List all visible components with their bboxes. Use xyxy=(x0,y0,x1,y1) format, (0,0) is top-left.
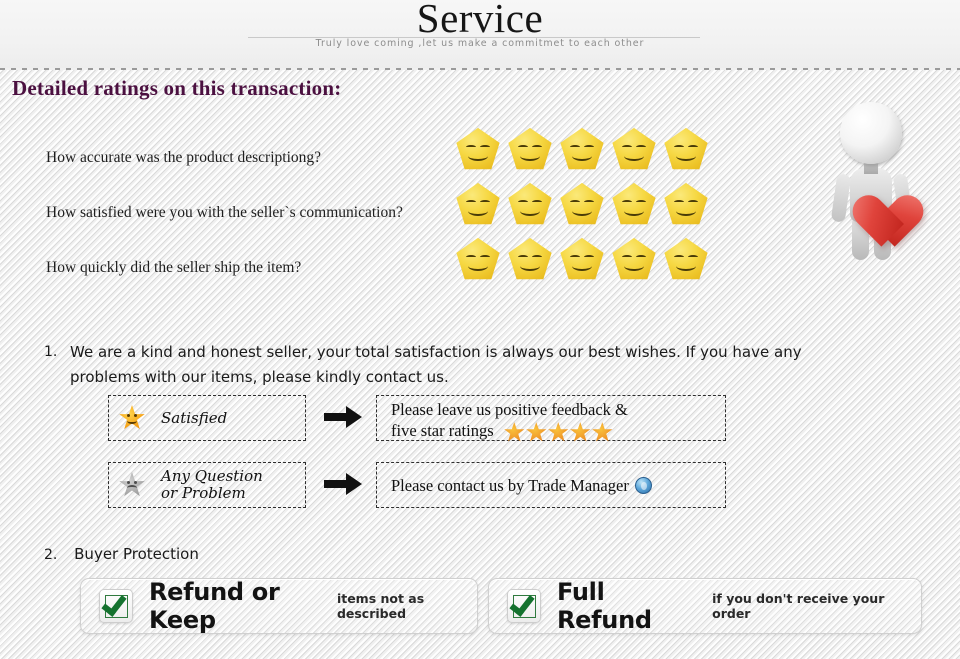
service-policy-page: Service Truly love coming ,let us make a… xyxy=(0,0,960,659)
flow-right-line-2-wrap: five star ratings xyxy=(391,420,715,443)
policy-note-1-text: We are a kind and honest seller, your to… xyxy=(70,343,802,386)
smiley-star-icon xyxy=(663,127,709,171)
rating-question-row: How satisfied were you with the seller`s… xyxy=(46,204,403,221)
flow-arrow-icon xyxy=(324,406,364,428)
protection-card-refund-or-keep: Refund or Keep items not as described xyxy=(80,578,478,634)
flow-left-label: Satisfied xyxy=(161,408,228,427)
policy-note-2: 2. Buyer Protection xyxy=(44,545,199,563)
smiley-star-icon xyxy=(507,127,553,171)
smiley-star-icon xyxy=(559,182,605,226)
star-icon xyxy=(504,422,525,442)
star-icon xyxy=(592,422,613,442)
rating-stars-row xyxy=(455,182,709,226)
rating-stars-row xyxy=(455,127,709,171)
smiley-star-icon xyxy=(611,182,657,226)
flow-right-line-2: five star ratings xyxy=(391,421,494,440)
flow-right-contact-text: Please contact us by Trade Manager xyxy=(391,475,629,495)
page-header: Service Truly love coming ,let us make a… xyxy=(0,0,960,68)
flow-arrow-icon xyxy=(324,473,364,495)
star-icon xyxy=(526,422,547,442)
sad-star-icon xyxy=(119,472,145,498)
protection-left-title: Refund or Keep xyxy=(149,578,280,634)
heart-icon xyxy=(842,174,904,232)
happy-star-icon xyxy=(119,405,145,431)
flow-left-label-line-2: or Problem xyxy=(161,484,246,502)
flow-left-box-problem: Any Question or Problem xyxy=(108,462,306,508)
flow-left-label-line-1: Any Question xyxy=(161,467,263,485)
smiley-star-icon xyxy=(611,127,657,171)
smiley-star-icon xyxy=(455,182,501,226)
flow-left-box-satisfied: Satisfied xyxy=(108,395,306,441)
green-check-icon xyxy=(507,589,541,623)
page-title: Service xyxy=(416,0,544,41)
policy-note-1-number: 1. xyxy=(44,344,58,360)
section-heading: Detailed ratings on this transaction: xyxy=(12,76,342,100)
rating-question-row: How accurate was the product description… xyxy=(46,149,322,166)
policy-note-1: 1. We are a kind and honest seller, your… xyxy=(44,340,874,390)
mascot-figure-icon xyxy=(812,102,932,262)
green-check-icon xyxy=(99,589,133,623)
flow-left-label-group: Any Question or Problem xyxy=(161,468,263,502)
rating-question-row: How quickly did the seller ship the item… xyxy=(46,259,302,276)
protection-right-subtitle: if you don't receive your order xyxy=(712,591,885,621)
smiley-star-icon xyxy=(611,237,657,281)
flow-right-line-1: Please leave us positive feedback & xyxy=(391,400,628,419)
smiley-star-icon xyxy=(663,237,709,281)
smiley-star-icon xyxy=(455,237,501,281)
rating-stars-row xyxy=(455,237,709,281)
protection-left-subtitle: items not as described xyxy=(336,591,425,621)
five-star-rating-icons xyxy=(504,422,613,443)
page-subtitle: Truly love coming ,let us make a commitm… xyxy=(315,38,645,49)
smiley-star-icon xyxy=(559,237,605,281)
star-icon xyxy=(548,422,569,442)
smiley-star-icon xyxy=(455,127,501,171)
mascot-head xyxy=(840,102,902,164)
policy-note-2-number: 2. xyxy=(44,547,58,563)
smiley-star-icon xyxy=(559,127,605,171)
flow-right-box-feedback: Please leave us positive feedback & five… xyxy=(376,395,726,443)
protection-right-title: Full Refund xyxy=(557,578,652,634)
star-icon xyxy=(570,422,591,442)
smiley-star-icon xyxy=(507,237,553,281)
policy-note-2-text: Buyer Protection xyxy=(74,545,199,563)
protection-card-full-refund: Full Refund if you don't receive your or… xyxy=(488,578,922,634)
flow-right-box-contact: Please contact us by Trade Manager xyxy=(376,462,726,508)
page-body: Detailed ratings on this transaction: Ho… xyxy=(0,70,960,659)
smiley-star-icon xyxy=(663,182,709,226)
trade-manager-icon[interactable] xyxy=(634,476,652,494)
smiley-star-icon xyxy=(507,182,553,226)
